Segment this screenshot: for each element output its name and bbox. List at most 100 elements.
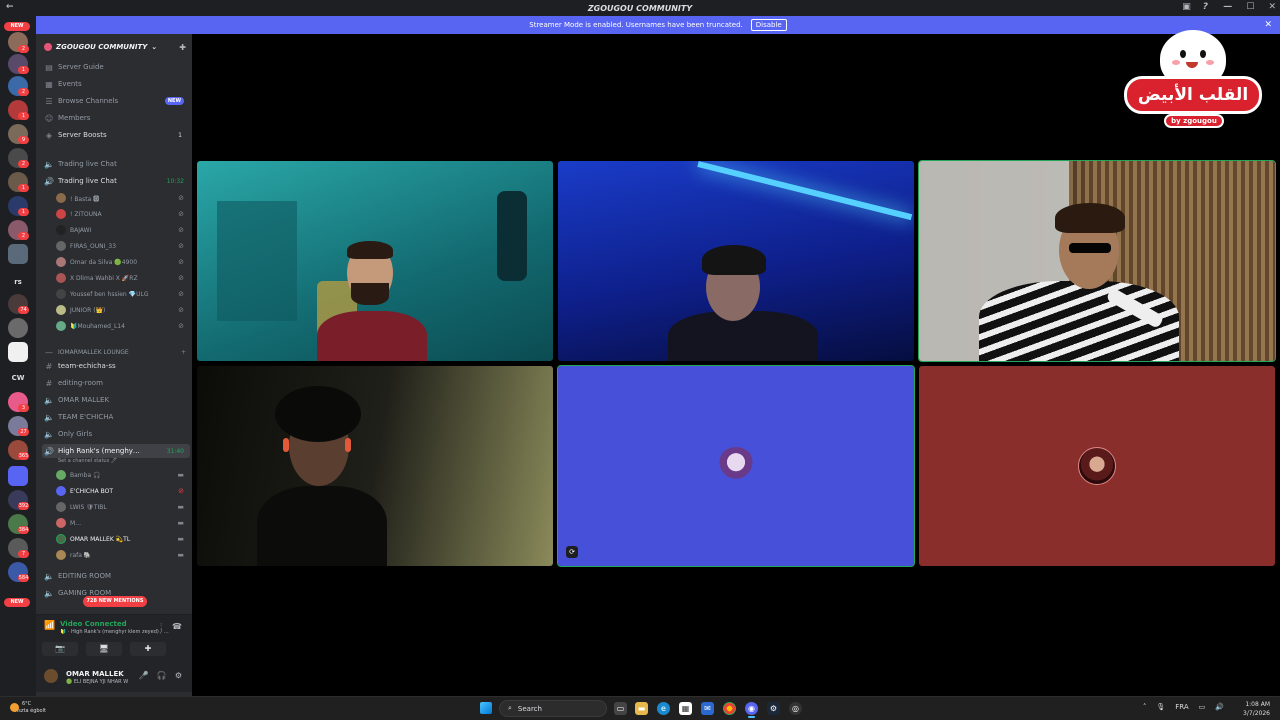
channel-sidebar: ZGOUGOU COMMUNITY ⌄ ✚ ▤ Server Guide ▦ E… (36, 34, 192, 696)
headphones-button[interactable]: 🎧 (157, 671, 167, 680)
mention-badge: 1 (18, 66, 29, 74)
channel-trading-live[interactable]: 🔊 Trading live Chat 10:32 (42, 174, 190, 188)
deafened-icon: ⊘ (178, 194, 184, 202)
video-tile-3[interactable] (918, 160, 1276, 362)
server-text-icon[interactable]: CW (6, 370, 30, 386)
disable-streamer-mode-button[interactable]: Disable (750, 19, 787, 31)
minimize-button[interactable]: — (1223, 2, 1232, 12)
voice-user[interactable]: ! Basta 🅾 ⊘ (56, 191, 190, 205)
hair (347, 241, 393, 259)
server-icon[interactable] (8, 244, 28, 264)
add-channel-icon[interactable]: + (181, 349, 186, 356)
file-explorer-icon[interactable]: ▬ (635, 702, 648, 715)
server-header[interactable]: ZGOUGOU COMMUNITY ⌄ ✚ (36, 39, 192, 55)
channel-only-girls[interactable]: 🔈 Only Girls (42, 427, 190, 441)
activity-button[interactable]: ✚ (130, 642, 166, 656)
server-icon[interactable] (8, 342, 28, 362)
back-icon[interactable]: ← (6, 2, 14, 12)
noise-suppression-icon[interactable]: ⫶ (160, 622, 162, 632)
task-view-icon[interactable]: ▭ (614, 702, 627, 715)
edge-icon[interactable]: e (657, 702, 670, 715)
server-text-icon[interactable]: rs (6, 274, 30, 290)
settings-button[interactable]: ⚙ (175, 671, 182, 680)
channel-status[interactable]: Set a channel status 🖊 (58, 458, 117, 464)
taskbar-clock[interactable]: 1:08 AM 3/7/2026 (1243, 700, 1270, 718)
avatar-tile-2[interactable] (919, 366, 1275, 566)
screen-share-button[interactable]: 🖥 (86, 642, 122, 656)
nav-events[interactable]: ▦ Events (42, 77, 190, 91)
voice-user[interactable]: FIRAS_OUNI_33 ⊘ (56, 239, 190, 253)
volume-icon[interactable]: 🔊 (1215, 703, 1224, 711)
channel-team-echicha[interactable]: 🔈 TEAM E'CHICHA (42, 410, 190, 424)
nav-browse-channels[interactable]: ☰ Browse Channels NEW (42, 94, 190, 108)
new-servers-pill[interactable]: NEW (4, 598, 30, 607)
voice-user[interactable]: Omar da Silva 🟢4900 ⊘ (56, 255, 190, 269)
voice-user[interactable]: 🔰Mouhamed_L14 ⊘ (56, 319, 190, 333)
window-title: ZGOUGOU COMMUNITY (587, 3, 693, 13)
hair (1055, 203, 1125, 233)
channel-omar-mallek[interactable]: 🔈 OMAR MALLEK (42, 393, 190, 407)
voice-user[interactable]: OMAR MALLEK 💫TL ▬ (56, 532, 190, 546)
new-mentions-pill[interactable]: 728 NEW MENTIONS (83, 596, 147, 607)
video-icon: ▬ (177, 535, 184, 543)
voice-user[interactable]: X Dlima Wahbi X 🚀RZ ⊘ (56, 271, 190, 285)
voice-user[interactable]: M… ▬ (56, 516, 190, 530)
microphone-button[interactable]: 🎤 (139, 671, 149, 680)
video-tile-4[interactable] (197, 366, 553, 566)
server-folder-icon[interactable] (8, 466, 28, 486)
tray-mic-icon[interactable]: 🎙 (1156, 703, 1165, 711)
invite-icon[interactable]: ✚ (179, 43, 186, 52)
network-icon[interactable]: ▭ (1199, 703, 1206, 711)
voice-user[interactable]: Bamba 🎧 ▬ (56, 468, 190, 482)
switch-camera-icon[interactable]: ⟳ (566, 546, 578, 558)
start-button[interactable] (480, 702, 492, 714)
mail-icon[interactable]: ✉ (701, 702, 714, 715)
voice-user[interactable]: Youssef ben hssien 💎ULG ⊘ (56, 287, 190, 301)
weather-widget[interactable]: 6°C Tiszta égbolt (10, 701, 46, 715)
led-strip (697, 161, 913, 221)
channel-editing-room-voice[interactable]: 🔈 EDITING ROOM (42, 569, 190, 583)
inbox-icon[interactable]: ▣ (1182, 2, 1191, 12)
mention-badge: 74 (18, 306, 29, 314)
voice-user[interactable]: E'CHICHA BOT ⊘ (56, 484, 190, 498)
voice-user[interactable]: LWIS 🛡TIBL ▬ (56, 500, 190, 514)
nav-members[interactable]: ☺ Members (42, 111, 190, 125)
chrome-icon[interactable] (723, 702, 736, 715)
mention-badge: 2 (18, 160, 29, 168)
obs-icon[interactable]: ◎ (789, 702, 802, 715)
new-servers-pill[interactable]: NEW (4, 22, 30, 31)
channel-team-echicha-ss[interactable]: # team-echicha-ss (42, 359, 190, 373)
channel-label: OMAR MALLEK (58, 396, 110, 404)
channel-editing-room[interactable]: # editing-room (42, 376, 190, 390)
user-name: ! ZITOUNA (70, 210, 102, 218)
avatar (56, 502, 66, 512)
maximize-button[interactable]: ☐ (1246, 2, 1254, 12)
tray-language[interactable]: FRA (1175, 703, 1188, 711)
voice-user[interactable]: BAJAWI ⊘ (56, 223, 190, 237)
server-name: ZGOUGOU COMMUNITY (56, 43, 148, 51)
tray-chevron-icon[interactable]: ˄ (1143, 703, 1147, 711)
signal-icon[interactable]: 📶 (44, 621, 55, 631)
nav-server-guide[interactable]: ▤ Server Guide (42, 60, 190, 74)
voice-user[interactable]: JUNIOR (👑) ⊘ (56, 303, 190, 317)
channel-trading-chat[interactable]: 🔈 Trading live Chat (42, 157, 190, 171)
camera-button[interactable]: 📷 (42, 642, 78, 656)
video-tile-2[interactable] (558, 161, 914, 361)
close-window-button[interactable]: ✕ (1268, 2, 1276, 12)
channel-high-ranks[interactable]: 🔊 High Rank's (menghy… 31:40 (42, 444, 190, 458)
server-icon[interactable] (8, 318, 28, 338)
disconnect-icon[interactable]: ☎ (172, 622, 182, 632)
nav-server-boosts[interactable]: ◈ Server Boosts 1 (42, 128, 190, 142)
avatar-tile-1[interactable]: ⟳ (557, 365, 915, 567)
store-icon[interactable]: ▦ (679, 702, 692, 715)
voice-user[interactable]: rafa 🐘 ▬ (56, 548, 190, 562)
help-icon[interactable]: ? (1203, 2, 1208, 12)
channel-label: High Rank's (menghy… (58, 447, 140, 455)
category-lounge[interactable]: — IOMARMALLEK LOUNGE + (42, 345, 190, 359)
voice-user[interactable]: ! ZITOUNA ⊘ (56, 207, 190, 221)
video-tile-1[interactable] (197, 161, 553, 361)
discord-icon[interactable]: ◉ (745, 702, 758, 718)
avatar[interactable] (44, 669, 58, 683)
steam-icon[interactable]: ⚙ (767, 702, 780, 715)
taskbar-search[interactable]: ⌕ Search (499, 700, 607, 717)
